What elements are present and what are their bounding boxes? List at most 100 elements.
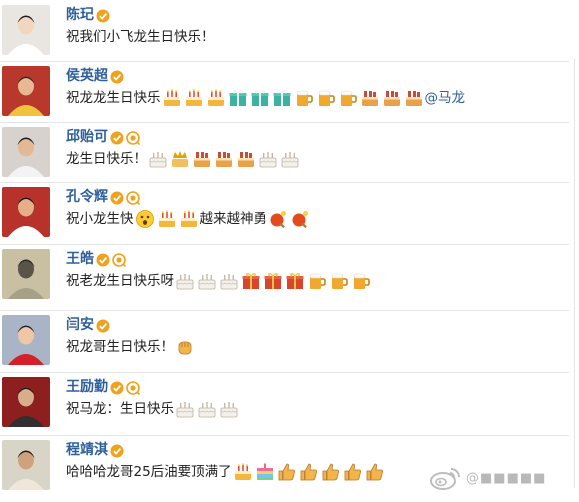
user-name[interactable]: 邱贻可 [66,129,108,145]
avatar[interactable] [2,5,50,55]
user-name[interactable]: 程靖淇 [66,442,108,458]
weibo-logo-icon [430,468,460,490]
user-name[interactable]: 闫安 [66,317,94,333]
badge-group [110,380,141,396]
weibo-watermark: @■■■■■ [428,462,578,494]
comment-message: 祝小龙生快 越来越神勇 [66,208,311,230]
gift-emoji [272,88,292,108]
comment-message: 祝龙龙生日快乐 @马龙 [66,87,465,109]
thumbs-up-emoji [299,462,319,482]
comment-entry: 陈玘祝我们小飞龙生日快乐！ [0,5,579,67]
mention-link[interactable]: @马龙 [425,87,466,109]
gift-red-emoji [241,271,261,291]
message-text: 祝我们小飞龙生日快乐！ [66,29,215,45]
verified-icon [96,252,110,267]
message-text: 龙生日快乐！ [66,151,147,167]
message-text: 祝马龙：生日快乐 [66,401,174,417]
gift-emoji [228,88,248,108]
user-name[interactable]: 王皓 [66,251,94,267]
comment-message: 祝马龙：生日快乐 [66,398,240,420]
candle-cake-emoji [214,149,234,169]
cake-emoji [157,209,177,229]
white-cake-emoji [258,149,278,169]
white-cake-emoji [219,399,239,419]
candle-cake-emoji [404,88,424,108]
verified-icon [96,8,110,23]
white-cake-emoji [197,271,217,291]
white-cake-emoji [280,149,300,169]
beer-emoji [329,271,349,291]
star-badge-icon [126,190,141,206]
message-text: 祝龙哥生日快乐！ [66,339,174,355]
candle-cake-emoji [360,88,380,108]
comment-entry: 孔令辉祝小龙生快 越来越神勇 [0,187,579,249]
cake-emoji [162,88,182,108]
rainbow-cake-emoji [255,462,275,482]
row-divider [0,182,569,183]
comment-message: 祝我们小飞龙生日快乐！ [66,26,215,48]
verified-icon [110,130,124,145]
comment-entry: 闫安祝龙哥生日快乐！ [0,315,579,377]
verified-icon [110,69,124,84]
sidebar-divider [574,58,575,488]
thumbs-up-emoji [277,462,297,482]
comment-message: 哈哈哈龙哥25后油要顶满了 [66,461,386,483]
comment-feed: 陈玘 祝我们小飞龙生日快乐！ 侯英超 祝龙龙生日快乐 @马龙 邱贻可 龙生日快乐！ 孔令辉 祝小… [0,0,579,497]
white-cake-emoji [148,149,168,169]
row-divider [0,61,569,62]
comment-entry: 王皓祝老龙生日快乐呀 [0,249,579,311]
beer-emoji [316,88,336,108]
avatar[interactable] [2,249,50,299]
row-divider [0,122,569,123]
star-badge-icon [126,380,141,396]
beer-emoji [351,271,371,291]
badge-group [110,443,124,459]
message-text: 哈哈哈龙哥25后油要顶满了 [66,464,232,480]
star-badge-icon [112,252,127,268]
candle-cake-emoji [236,149,256,169]
message-text: 祝小龙生快 [66,211,134,227]
badge-group [110,69,124,85]
verified-icon [110,443,124,458]
gift-emoji [250,88,270,108]
user-name[interactable]: 王励勤 [66,379,108,395]
comment-message: 龙生日快乐！ [66,148,301,170]
thumbs-up-emoji [343,462,363,482]
cake-emoji [206,88,226,108]
avatar[interactable] [2,377,50,427]
watermark-handle: @■■■■■ [466,470,547,486]
verified-icon [110,190,124,205]
candle-cake-emoji [382,88,402,108]
badge-group [110,190,141,206]
beer-emoji [338,88,358,108]
comment-message: 祝老龙生日快乐呀 [66,270,372,292]
avatar[interactable] [2,315,50,365]
cake-emoji [179,209,199,229]
message-text: 祝龙龙生日快乐 [66,90,161,106]
thumbs-up-emoji [321,462,341,482]
ping-pong-emoji [268,209,288,229]
white-cake-emoji [175,271,195,291]
white-cake-emoji [219,271,239,291]
row-divider [0,244,569,245]
message-text: 越来越神勇 [199,211,268,227]
gift-red-emoji [285,271,305,291]
avatar[interactable] [2,127,50,177]
avatar[interactable] [2,440,50,490]
cake-emoji [233,462,253,482]
comment-entry: 邱贻可龙生日快乐！ [0,127,579,189]
badge-group [96,252,127,268]
comment-entry: 王励勤祝马龙：生日快乐 [0,377,579,439]
comment-message: 祝龙哥生日快乐！ [66,336,196,358]
user-name[interactable]: 孔令辉 [66,189,108,205]
row-divider [0,435,569,436]
row-divider [0,372,569,373]
candle-cake-emoji [192,149,212,169]
badge-group [110,130,141,146]
user-name[interactable]: 陈玘 [66,7,94,23]
avatar[interactable] [2,66,50,116]
avatar[interactable] [2,187,50,237]
user-name[interactable]: 侯英超 [66,68,108,84]
gift-red-emoji [263,271,283,291]
badge-group [96,318,110,334]
